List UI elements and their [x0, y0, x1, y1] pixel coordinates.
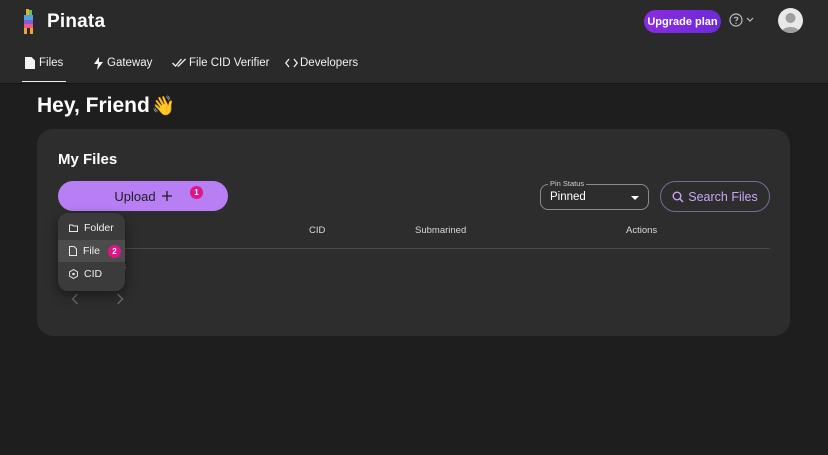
upload-menu-folder-label: Folder	[84, 222, 114, 234]
column-header-actions: Actions	[626, 225, 658, 236]
chevron-down-icon	[746, 17, 754, 22]
nav-files-label: Files	[39, 56, 64, 69]
column-header-submarined: Submarined	[415, 225, 467, 236]
folder-icon	[69, 224, 78, 232]
chevron-right-icon[interactable]	[116, 293, 124, 305]
nav-gateway[interactable]: Gateway	[94, 44, 152, 82]
my-files-title: My Files	[58, 151, 118, 168]
double-check-icon	[172, 58, 186, 67]
pin-status-select[interactable]: Pin Status Pinned	[540, 179, 649, 210]
search-files-label: Search Files	[688, 189, 758, 204]
upload-menu-cid-label: CID	[84, 268, 103, 280]
my-files-card: My Files Upload 1 Pin Status Pinned Sear…	[37, 129, 790, 336]
nav-files[interactable]: Files	[22, 44, 67, 82]
search-icon	[672, 191, 684, 203]
table-header-divider	[58, 248, 770, 249]
top-bar: Pinata Upgrade plan	[0, 0, 828, 44]
caret-down-icon	[631, 196, 639, 200]
page-greeting: Hey, Friend 👋	[37, 94, 175, 118]
upload-menu-file-label: File	[83, 245, 100, 257]
brand-name[interactable]: Pinata	[47, 11, 105, 33]
upload-label: Upload	[114, 188, 156, 204]
upload-step-badge: 1	[190, 186, 203, 199]
waving-hand-emoji: 👋	[151, 96, 176, 117]
greeting-text: Hey, Friend	[37, 94, 150, 117]
pin-status-value: Pinned	[550, 191, 586, 203]
user-avatar[interactable]	[778, 8, 803, 33]
search-files-button[interactable]: Search Files	[660, 181, 770, 212]
code-brackets-icon	[285, 58, 298, 68]
upload-menu-item-folder[interactable]: Folder	[58, 217, 125, 239]
pinata-logo-icon[interactable]	[22, 7, 38, 35]
file-step-badge: 2	[108, 245, 121, 258]
nav-file-cid-verifier-label: File CID Verifier	[189, 57, 270, 69]
upgrade-plan-button[interactable]: Upgrade plan	[644, 10, 721, 33]
column-header-cid: CID	[309, 225, 326, 236]
upload-menu-item-cid[interactable]: CID	[58, 263, 125, 285]
chevron-left-icon[interactable]	[71, 293, 79, 305]
help-circle-icon	[729, 13, 743, 27]
nav-file-cid-verifier[interactable]: File CID Verifier	[172, 44, 270, 82]
avatar-person-icon	[781, 13, 800, 33]
plus-icon	[161, 191, 172, 201]
pin-status-legend: Pin Status	[548, 179, 587, 188]
upload-button[interactable]: Upload	[58, 181, 228, 211]
file-icon	[69, 246, 77, 256]
nav-developers-label: Developers	[300, 57, 359, 69]
nav-developers[interactable]: Developers	[285, 44, 358, 82]
nav-gateway-label: Gateway	[107, 57, 153, 69]
lightning-icon	[94, 56, 103, 70]
cid-icon	[69, 269, 78, 279]
document-icon	[25, 56, 35, 69]
help-menu[interactable]	[729, 13, 754, 27]
main-nav: Files Gateway File CID Verifier Develope…	[0, 44, 828, 84]
